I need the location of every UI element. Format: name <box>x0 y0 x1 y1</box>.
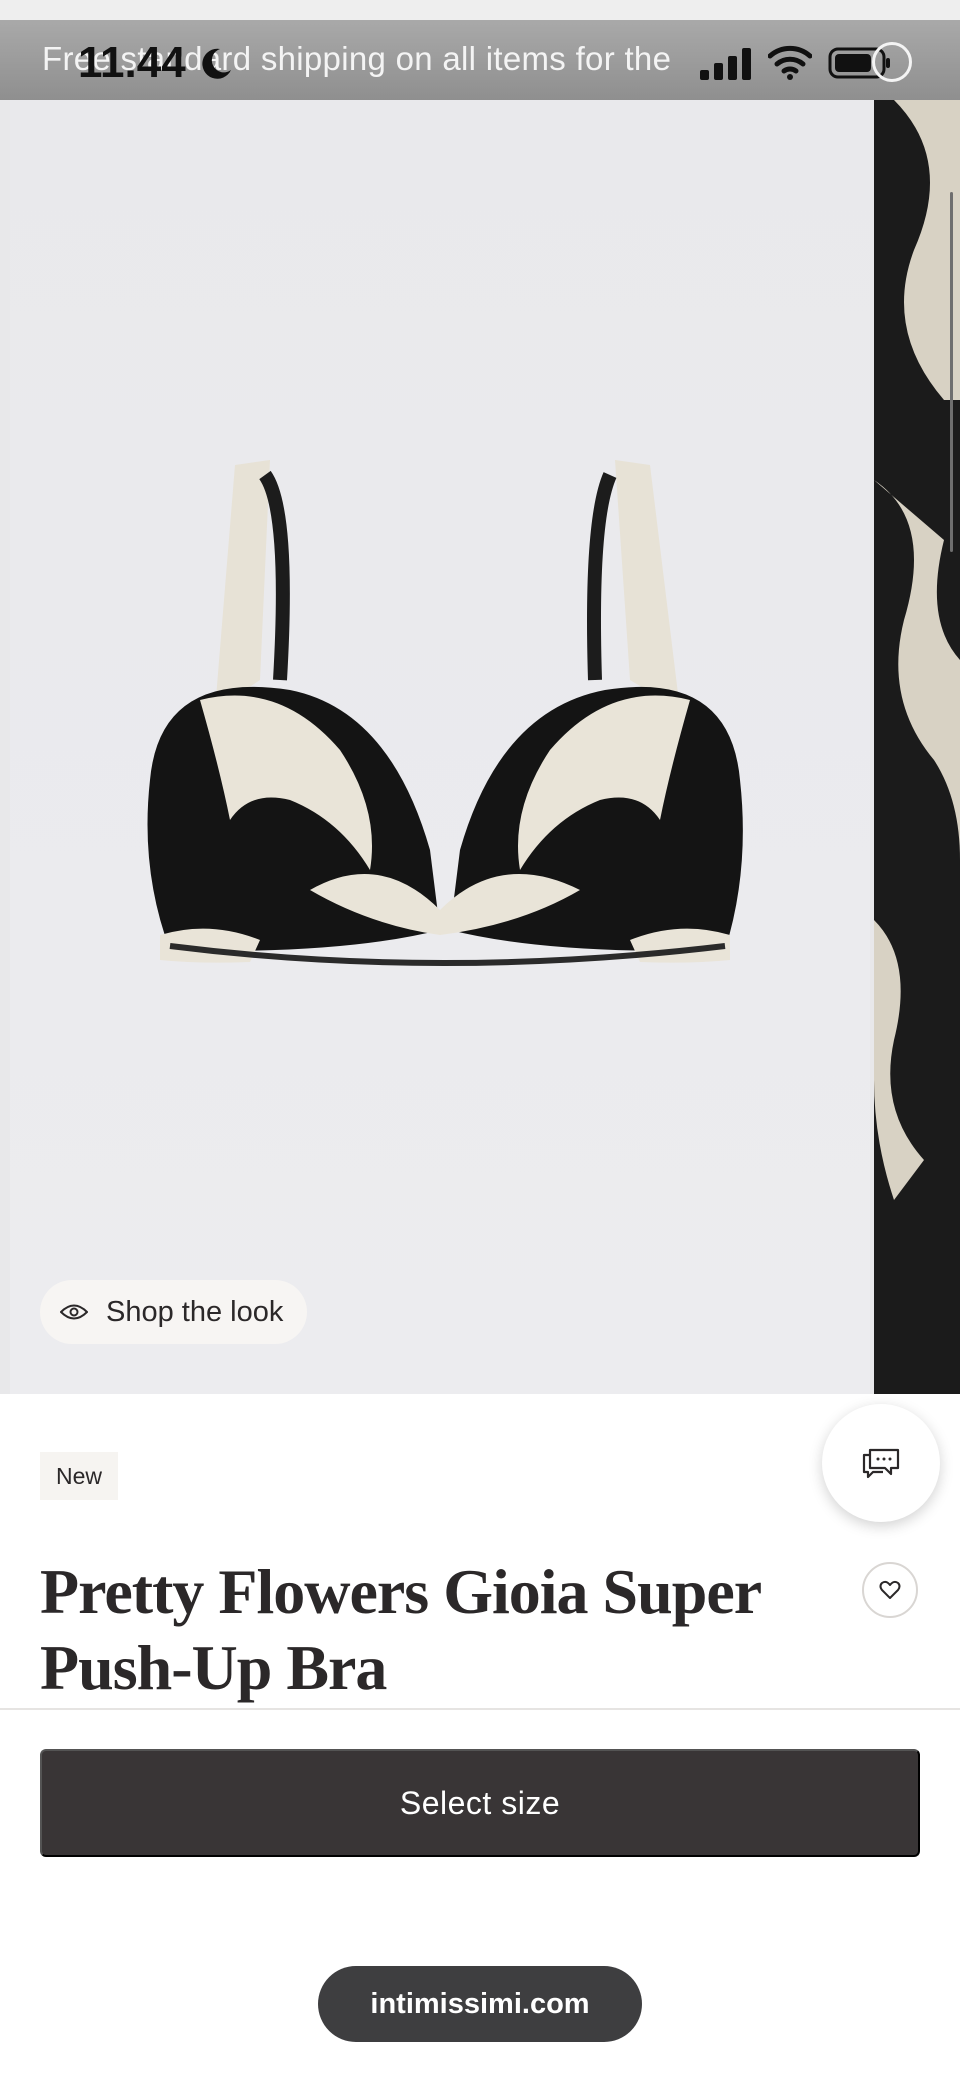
gallery-slide-next[interactable] <box>874 100 960 1394</box>
wishlist-button[interactable] <box>862 1562 918 1618</box>
shop-the-look-button[interactable]: Shop the look <box>40 1280 308 1344</box>
new-badge: New <box>40 1452 119 1500</box>
promo-close-icon[interactable] <box>872 42 912 82</box>
shop-the-look-label: Shop the look <box>106 1295 284 1328</box>
status-bar: Free standard shipping on all items for … <box>0 0 960 100</box>
status-time: 11.44 <box>78 38 186 87</box>
product-image <box>147 460 743 966</box>
browser-url-pill[interactable]: intimissimi.com <box>318 1966 642 2042</box>
chat-icon <box>862 1448 900 1479</box>
chat-button[interactable] <box>822 1404 940 1522</box>
wifi-icon <box>768 45 812 80</box>
moon-icon <box>202 48 231 79</box>
product-title: Pretty Flowers Gioia Super Push-Up Bra <box>40 1556 761 1703</box>
eye-icon <box>60 1304 88 1320</box>
select-size-button[interactable]: Select size <box>40 1749 920 1857</box>
gallery-slide-main[interactable] <box>10 100 870 1394</box>
heart-icon <box>879 1580 901 1599</box>
scrollbar <box>950 192 953 552</box>
signal-icon <box>700 48 751 80</box>
lace-detail-image <box>874 100 960 1200</box>
product-gallery[interactable]: Shop the look <box>0 100 960 1394</box>
